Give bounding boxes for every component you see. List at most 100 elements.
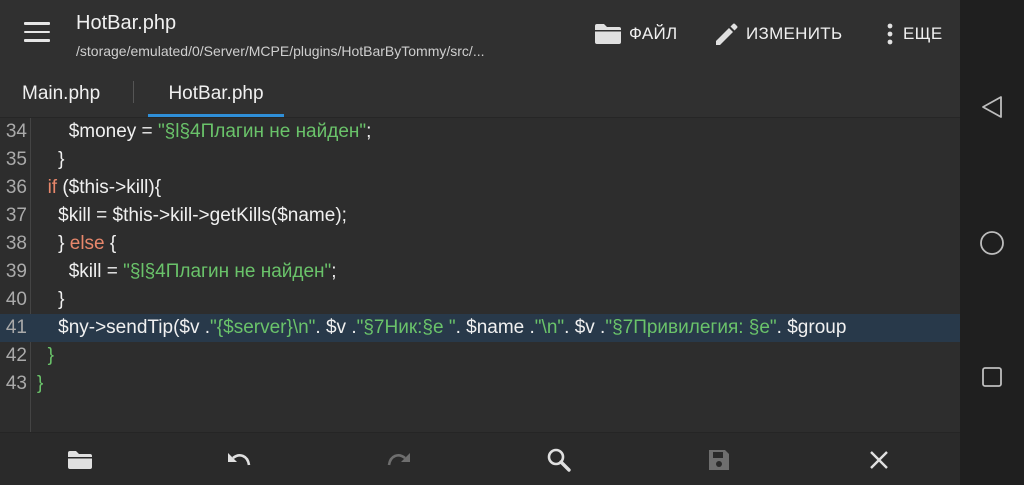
- code-text: }: [37, 286, 64, 314]
- code-token: . $group: [776, 317, 847, 338]
- file-menu-label: ФАЙЛ: [629, 24, 678, 43]
- line-number: 42: [5, 345, 27, 366]
- code-text: $kill = $this->kill->getKills($name);: [37, 202, 347, 230]
- bottom-toolbar: [0, 432, 960, 485]
- code-line[interactable]: 40 }: [0, 286, 960, 314]
- line-number: 34: [5, 121, 27, 142]
- app-bar: HotBar.php /storage/emulated/0/Server/MC…: [0, 0, 960, 66]
- code-token: "§l§4Плагин не найден": [157, 121, 367, 142]
- redo-icon: [387, 453, 410, 466]
- code-token: ($this->kill){: [57, 177, 162, 198]
- code-text: $kill = "§l§4Плагин не найден";: [37, 258, 337, 286]
- line-number: 36: [5, 177, 27, 198]
- nav-back-button[interactable]: [979, 94, 1005, 120]
- line-number: 43: [5, 373, 27, 394]
- code-token: "\n": [534, 317, 565, 338]
- edit-menu-label: ИЗМЕНИТЬ: [746, 24, 843, 43]
- save-icon: [709, 450, 729, 470]
- folder-icon: [68, 451, 92, 469]
- file-path: /storage/emulated/0/Server/MCPE/plugins/…: [76, 43, 485, 59]
- code-token: $ny->sendTip($v .: [58, 317, 211, 338]
- code-token: }: [58, 233, 70, 254]
- code-line[interactable]: 35 }: [0, 146, 960, 174]
- more-vert-icon: [887, 23, 893, 45]
- code-text: }: [37, 370, 43, 398]
- code-line[interactable]: 37 $kill = $this->kill->getKills($name);: [0, 202, 960, 230]
- redo-button[interactable]: [385, 447, 413, 473]
- nav-recents-button[interactable]: [979, 364, 1005, 390]
- code-token: "§7Привилегия: §e": [605, 317, 777, 338]
- editor-app: HotBar.php /storage/emulated/0/Server/MC…: [0, 0, 960, 485]
- line-number: 41: [5, 317, 27, 338]
- line-number: 37: [5, 205, 27, 226]
- folder-icon: [595, 24, 621, 44]
- code-token: $kill = $this->kill->getKills($name);: [58, 205, 347, 226]
- code-token: }: [58, 289, 65, 310]
- code-token: "§7Ник:§e ": [356, 317, 456, 338]
- line-number: 40: [5, 289, 27, 310]
- code-line[interactable]: 43}: [0, 370, 960, 398]
- line-number: 38: [5, 233, 27, 254]
- code-line[interactable]: 36 if ($this->kill){: [0, 174, 960, 202]
- code-token: . $name .: [455, 317, 535, 338]
- undo-button[interactable]: [225, 447, 253, 473]
- system-nav-bar: [960, 0, 1024, 485]
- code-text: $ny->sendTip($v ."{$server}\n". $v ."§7Н…: [37, 314, 846, 342]
- code-token: "{$server}\n": [210, 317, 316, 338]
- active-tab-indicator: [148, 114, 284, 117]
- code-token: }: [37, 373, 44, 394]
- menu-icon[interactable]: [24, 22, 50, 42]
- code-editor[interactable]: 34 $money = "§l§4Плагин не найден"; 35 } 3…: [0, 118, 960, 432]
- code-token: $money =: [68, 121, 158, 142]
- pencil-icon: [716, 23, 738, 45]
- code-token: ;: [331, 261, 337, 282]
- tab-main-php[interactable]: Main.php: [22, 66, 100, 118]
- code-token: $kill =: [68, 261, 124, 282]
- file-menu-button[interactable]: ФАЙЛ: [594, 20, 677, 48]
- save-button[interactable]: [705, 447, 733, 473]
- undo-icon: [228, 453, 251, 466]
- back-icon: [982, 96, 1002, 118]
- code-line[interactable]: 38 } else {: [0, 230, 960, 258]
- more-menu-button[interactable]: ЕЩЕ: [884, 20, 943, 48]
- code-line[interactable]: 39 $kill = "§l§4Плагин не найден";: [0, 258, 960, 286]
- file-title: HotBar.php: [76, 12, 177, 34]
- code-line[interactable]: 41 $ny->sendTip($v ."{$server}\n". $v ."…: [0, 314, 960, 342]
- code-line[interactable]: 34 $money = "§l§4Плагин не найден";: [0, 118, 960, 146]
- code-line[interactable]: 42 }: [0, 342, 960, 370]
- code-token: }: [47, 345, 54, 366]
- code-text: } else {: [37, 230, 116, 258]
- code-text: $money = "§l§4Плагин не найден";: [37, 118, 372, 146]
- edit-menu-button[interactable]: ИЗМЕНИТЬ: [713, 20, 842, 48]
- search-button[interactable]: [545, 447, 573, 473]
- code-token: ;: [366, 121, 372, 142]
- code-text: }: [37, 342, 54, 370]
- code-text: }: [37, 146, 64, 174]
- file-tabs: Main.php HotBar.php: [0, 66, 960, 118]
- recents-icon: [982, 367, 1002, 387]
- code-token: {: [104, 233, 117, 254]
- code-text: if ($this->kill){: [37, 174, 162, 202]
- nav-home-button[interactable]: [979, 230, 1005, 256]
- search-icon: [547, 448, 571, 472]
- home-icon: [980, 231, 1004, 255]
- line-number: 35: [5, 149, 27, 170]
- open-folder-button[interactable]: [66, 447, 94, 473]
- code-token: . $v .: [315, 317, 357, 338]
- tab-divider: [133, 81, 134, 103]
- code-token: . $v .: [564, 317, 606, 338]
- tab-hotbar-php[interactable]: HotBar.php: [148, 66, 284, 118]
- close-icon: [870, 451, 888, 469]
- close-button[interactable]: [865, 447, 893, 473]
- code-token: }: [58, 149, 65, 170]
- more-menu-label: ЕЩЕ: [903, 24, 943, 43]
